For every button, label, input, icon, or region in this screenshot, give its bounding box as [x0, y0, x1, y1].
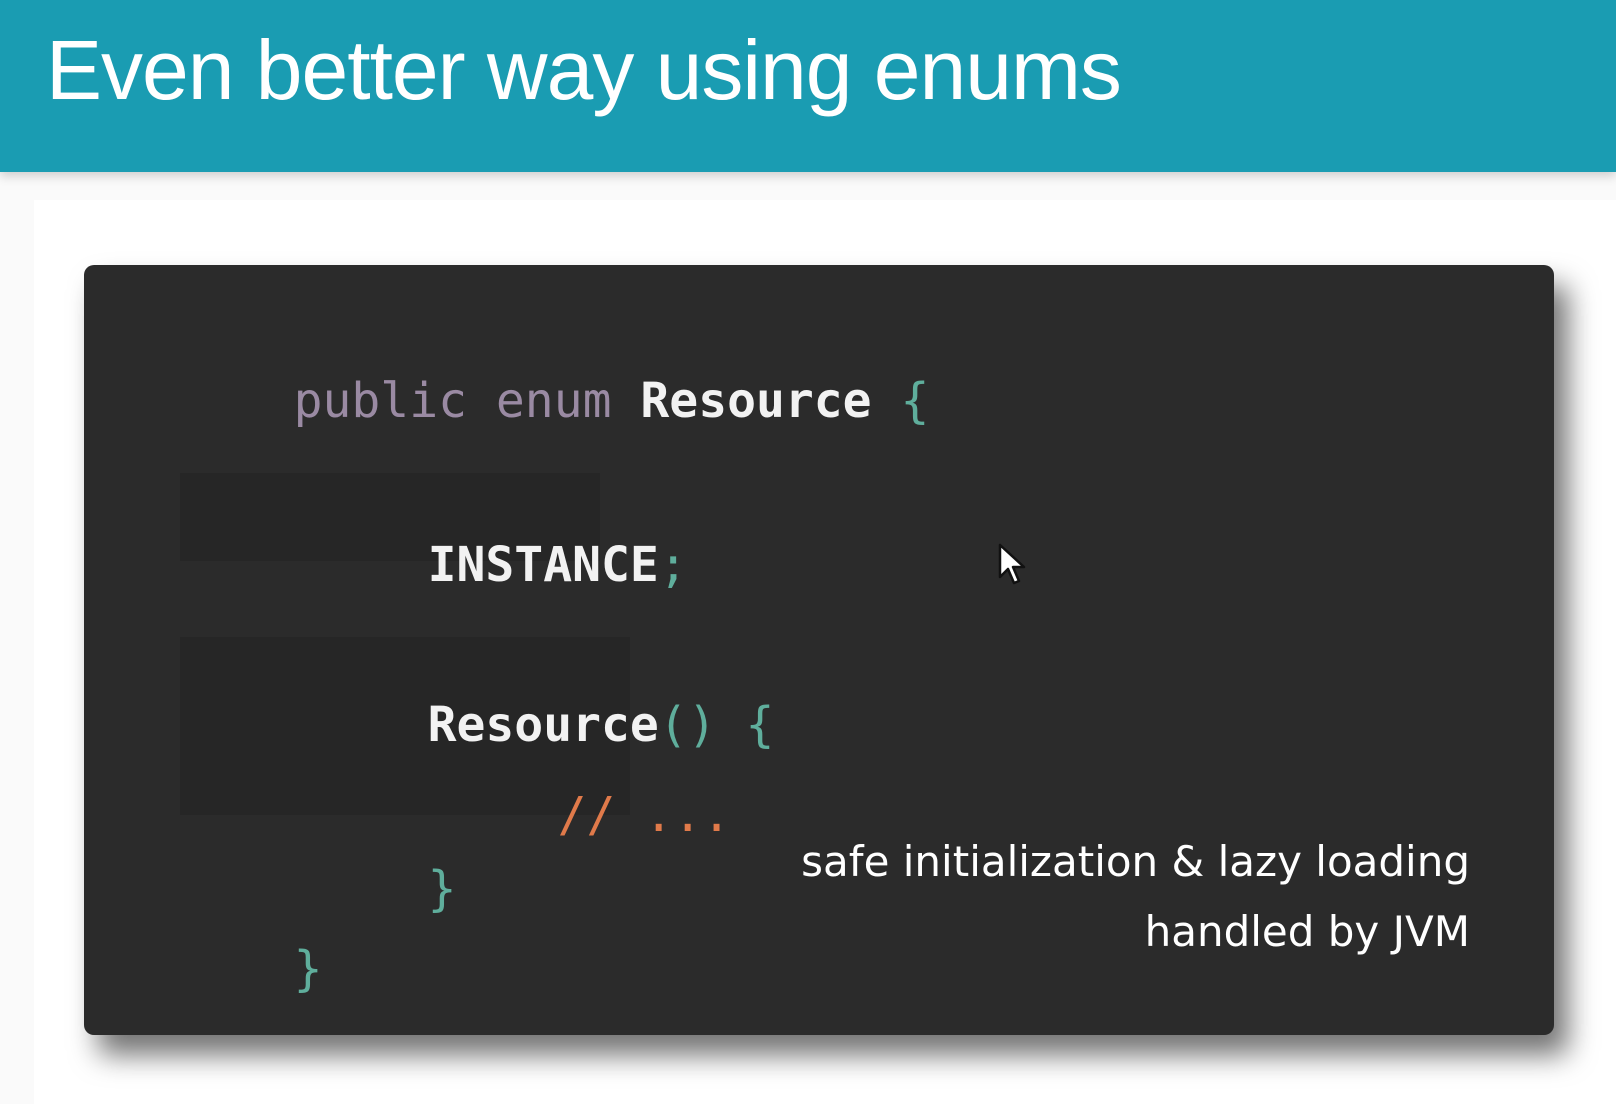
constructor-open-brace: {	[745, 697, 775, 753]
code-comment: // ...	[557, 787, 731, 843]
enum-name: Resource	[640, 373, 872, 429]
code-line-6: }	[178, 897, 323, 1041]
code-line-5: }	[312, 817, 457, 961]
enum-constant: INSTANCE	[427, 537, 659, 593]
slide-title: Even better way using enums	[46, 23, 1122, 117]
keyword-public: public	[293, 373, 467, 429]
title-bar: Even better way using enums	[0, 0, 1616, 172]
semicolon: ;	[658, 537, 688, 593]
code-line-1: public enum Resource {	[178, 329, 930, 473]
open-brace: {	[900, 373, 930, 429]
code-block: public enum Resource { INSTANCE; Resourc…	[84, 265, 1554, 1035]
keyword-enum: enum	[495, 373, 612, 429]
annotation-line-1: safe initialization & lazy loading	[801, 837, 1470, 886]
mouse-pointer-icon	[998, 543, 1026, 585]
code-line-4: // ...	[442, 743, 731, 887]
constructor-close-brace: }	[427, 861, 457, 917]
code-line-2: INSTANCE;	[312, 493, 688, 637]
enum-close-brace: }	[293, 941, 323, 997]
annotation-line-2: handled by JVM	[1144, 907, 1470, 956]
